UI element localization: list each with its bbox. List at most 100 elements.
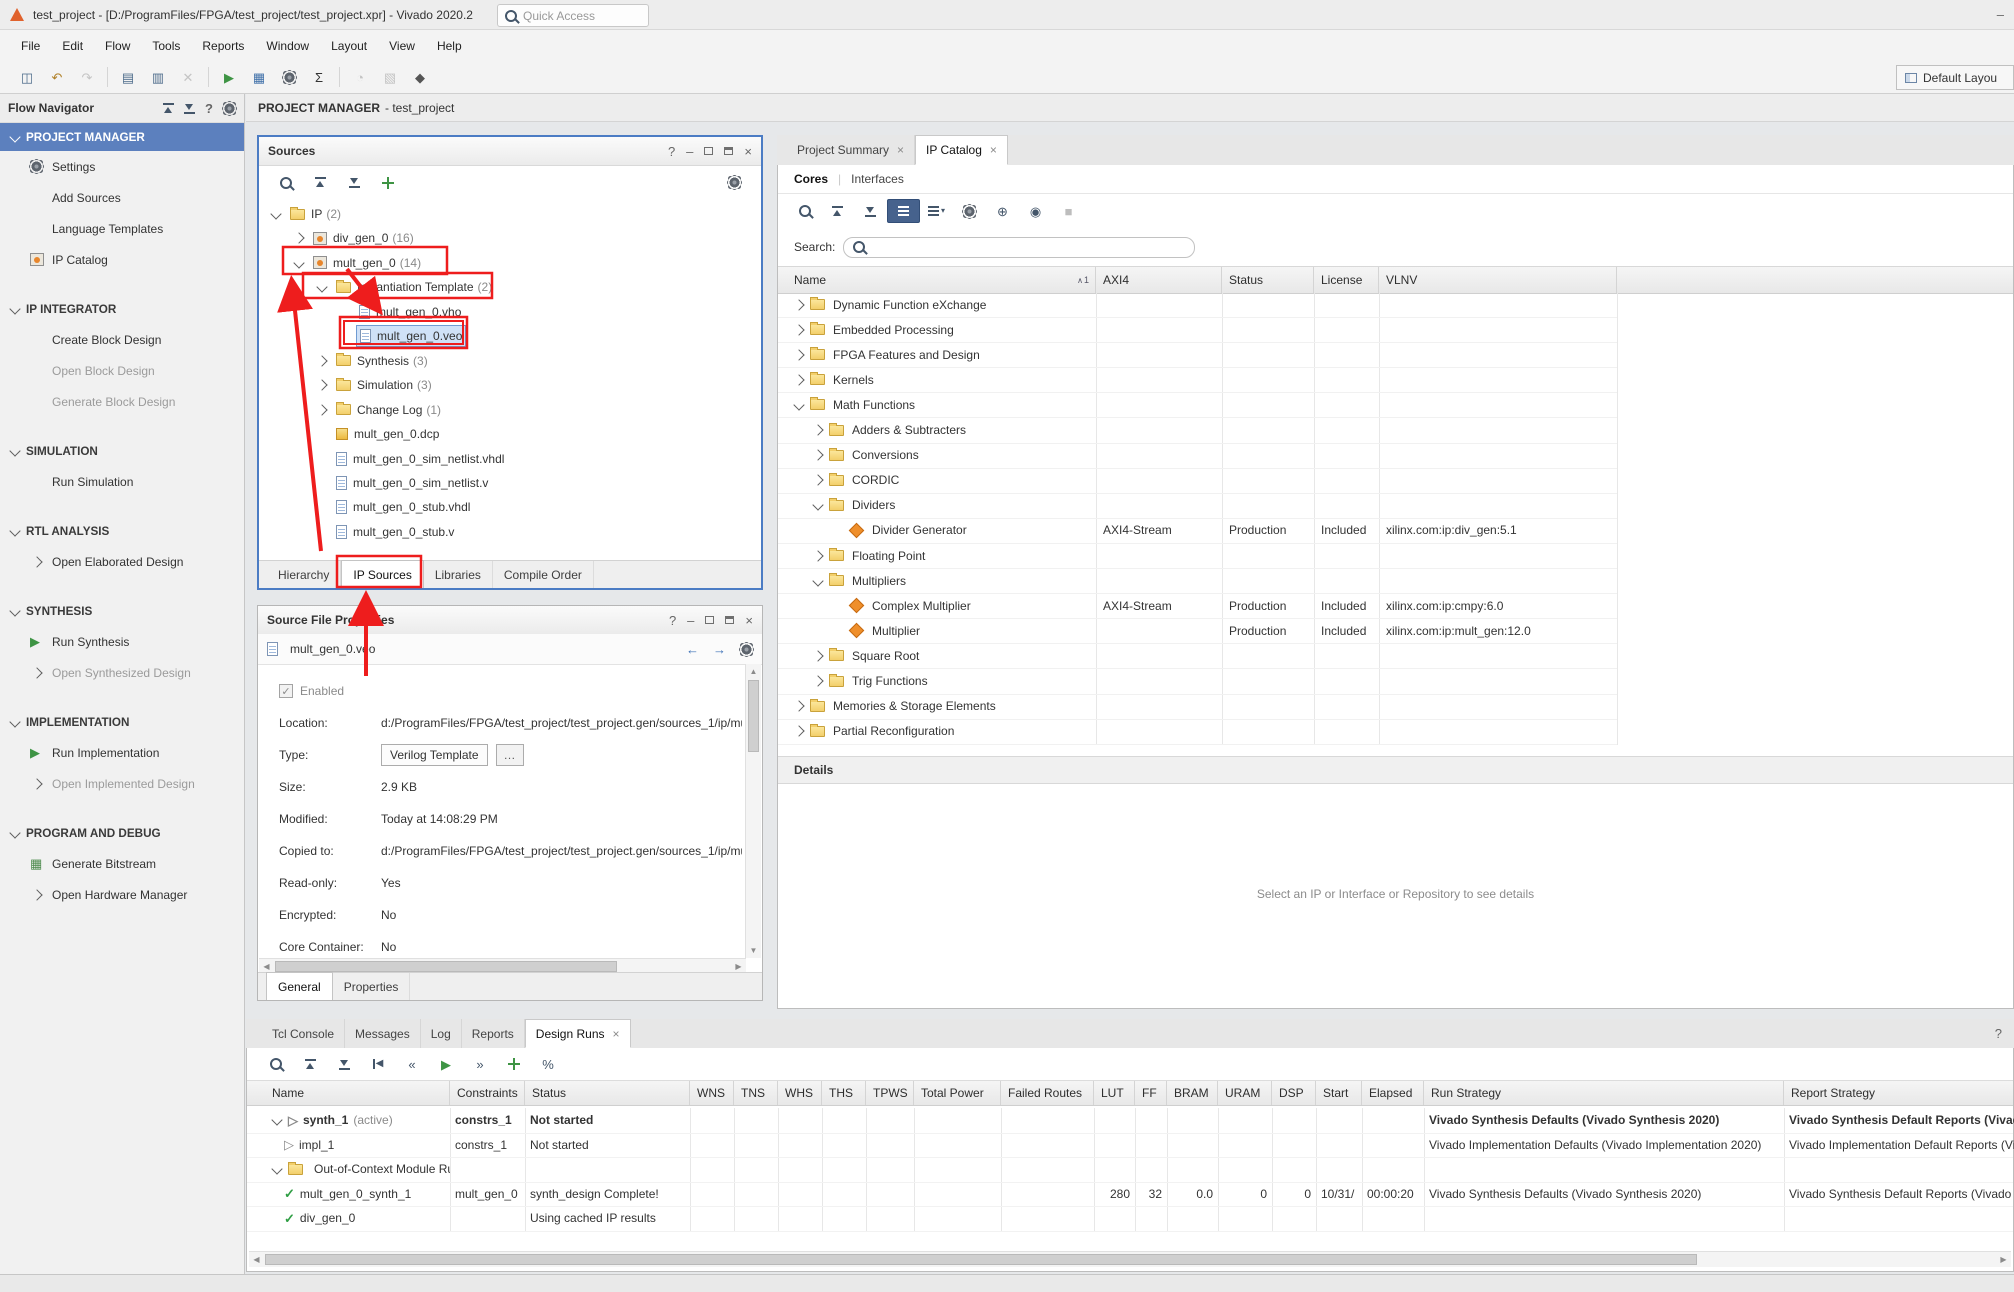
- back-icon[interactable]: ←: [686, 643, 699, 656]
- chevron-down-icon[interactable]: [271, 1115, 282, 1126]
- tree-item-content[interactable]: mult_gen_0_sim_netlist.vhdl: [333, 449, 507, 469]
- delete-button[interactable]: ✕: [173, 64, 203, 90]
- collapse-all-button[interactable]: [293, 1051, 327, 1077]
- doc-tab-project-summary[interactable]: Project Summary×: [787, 135, 915, 165]
- column-header-vlnv[interactable]: VLNV: [1379, 267, 1617, 293]
- tree-item-content[interactable]: mult_gen_0.vho: [356, 302, 464, 322]
- chevron-down-icon[interactable]: [812, 500, 823, 511]
- tree-item-mult-gen-0-veo[interactable]: mult_gen_0.veo: [259, 324, 761, 348]
- column-header-license[interactable]: License: [1314, 267, 1379, 293]
- chevron-right-icon[interactable]: [293, 233, 304, 244]
- settings-button[interactable]: [717, 170, 751, 196]
- close-icon[interactable]: ×: [613, 1027, 620, 1041]
- catalog-row-divider-generator[interactable]: Divider GeneratorAXI4-StreamProductionIn…: [778, 518, 1617, 544]
- tree-item-mult-gen-0-vho[interactable]: mult_gen_0.vho: [259, 300, 761, 324]
- column-header-name[interactable]: Name∧1: [787, 267, 1096, 293]
- column-header-whs[interactable]: WHS: [778, 1081, 822, 1105]
- run-row-synth-1[interactable]: ▷synth_1(active)constrs_1Not startedViva…: [247, 1108, 2013, 1134]
- expand-all-button[interactable]: [327, 1051, 361, 1077]
- tree-item-content[interactable]: mult_gen_0_stub.vhdl: [333, 497, 473, 517]
- tab-tcl-console[interactable]: Tcl Console: [262, 1019, 345, 1048]
- catalog-row-multiplier[interactable]: MultiplierProductionIncludedxilinx.com:i…: [778, 618, 1617, 644]
- scrollbar-thumb[interactable]: [748, 680, 759, 752]
- copy-button[interactable]: ▥: [143, 64, 173, 90]
- minimize-icon[interactable]: –: [686, 145, 693, 158]
- nav-item-run-synthesis[interactable]: ▶Run Synthesis: [0, 626, 244, 657]
- chevron-right-icon[interactable]: [316, 379, 327, 390]
- add-button[interactable]: [371, 170, 405, 196]
- nav-item-create-block-design[interactable]: Create Block Design: [0, 324, 244, 355]
- expand-all-button[interactable]: [854, 199, 887, 223]
- chevron-down-icon[interactable]: [270, 208, 281, 219]
- add-repository-button[interactable]: ⊕: [986, 199, 1019, 223]
- catalog-row-partial-reconfiguration[interactable]: Partial Reconfiguration: [778, 719, 1617, 745]
- tab-ip-sources[interactable]: IP Sources: [341, 560, 423, 588]
- column-header-ff[interactable]: FF: [1135, 1081, 1167, 1105]
- tab-compile-order[interactable]: Compile Order: [493, 561, 594, 588]
- menu-help[interactable]: Help: [426, 30, 473, 61]
- maximize-icon[interactable]: [725, 616, 734, 624]
- tree-item-mult-gen-0-dcp[interactable]: mult_gen_0.dcp: [259, 422, 761, 446]
- float-icon[interactable]: [704, 147, 713, 155]
- help-icon[interactable]: ?: [669, 614, 676, 627]
- nav-item-add-sources[interactable]: Add Sources: [0, 182, 244, 213]
- chevron-right-icon[interactable]: [793, 349, 804, 360]
- chevron-right-icon[interactable]: [31, 778, 42, 789]
- column-header-elapsed[interactable]: Elapsed: [1362, 1081, 1424, 1105]
- type-combo[interactable]: Verilog Template: [381, 744, 488, 766]
- help-icon[interactable]: ?: [1995, 1027, 2002, 1040]
- column-header-dsp[interactable]: DSP: [1272, 1081, 1316, 1105]
- run-row-out-of-context-module-runs[interactable]: Out-of-Context Module Runs: [247, 1157, 2013, 1183]
- column-header-name[interactable]: Name: [265, 1081, 450, 1105]
- maximize-icon[interactable]: [724, 147, 733, 155]
- run-button[interactable]: ▶: [214, 64, 244, 90]
- save-button[interactable]: ◫: [12, 64, 42, 90]
- chevron-right-icon[interactable]: [31, 556, 42, 567]
- tree-item-content[interactable]: mult_gen_0_stub.v: [333, 522, 457, 542]
- settings-icon[interactable]: [740, 643, 753, 656]
- tree-item-mult-gen-0-stub-v[interactable]: mult_gen_0_stub.v: [259, 520, 761, 544]
- nav-item-generate-block-design[interactable]: Generate Block Design: [0, 386, 244, 417]
- column-header-total-power[interactable]: Total Power: [914, 1081, 1001, 1105]
- chevron-down-icon[interactable]: [271, 1164, 282, 1175]
- tree-item-content[interactable]: mult_gen_0_sim_netlist.v: [333, 473, 491, 493]
- redo-button[interactable]: ↷: [72, 64, 102, 90]
- catalog-row-kernels[interactable]: Kernels: [778, 367, 1617, 393]
- nav-item-open-synthesized-design[interactable]: Open Synthesized Design: [0, 657, 244, 688]
- chevron-right-icon[interactable]: [793, 299, 804, 310]
- tab-reports[interactable]: Reports: [462, 1019, 525, 1048]
- enabled-checkbox[interactable]: ✓: [279, 684, 293, 698]
- column-header-tpws[interactable]: TPWS: [866, 1081, 914, 1105]
- tab-properties[interactable]: Properties: [333, 973, 411, 1000]
- chevron-down-icon[interactable]: [793, 399, 804, 410]
- chevron-down-icon[interactable]: [316, 282, 327, 293]
- collapse-all-button[interactable]: [821, 199, 854, 223]
- menu-edit[interactable]: Edit: [51, 30, 94, 61]
- column-header-wns[interactable]: WNS: [690, 1081, 734, 1105]
- chevron-right-icon[interactable]: [812, 424, 823, 435]
- minimize-icon[interactable]: –: [1997, 8, 2004, 21]
- help-icon[interactable]: ?: [205, 102, 213, 115]
- menu-window[interactable]: Window: [255, 30, 320, 61]
- search-button[interactable]: [788, 199, 821, 223]
- close-icon[interactable]: ×: [990, 143, 997, 157]
- chevron-down-icon[interactable]: [293, 257, 304, 268]
- tree-item-instantiation-template[interactable]: Instantiation Template(2): [259, 275, 761, 299]
- menu-flow[interactable]: Flow: [94, 30, 141, 61]
- run-row-div-gen-0[interactable]: ✓div_gen_0Using cached IP results: [247, 1206, 2013, 1232]
- tab-messages[interactable]: Messages: [345, 1019, 421, 1048]
- scroll-down-icon[interactable]: ▼: [746, 943, 761, 958]
- collapse-all-button[interactable]: [303, 170, 337, 196]
- chevron-right-icon[interactable]: [812, 650, 823, 661]
- run-row-mult-gen-0-synth-1[interactable]: ✓mult_gen_0_synth_1mult_gen_0synth_desig…: [247, 1182, 2013, 1208]
- nav-item-open-elaborated-design[interactable]: Open Elaborated Design: [0, 546, 244, 577]
- view-options-button[interactable]: ▾: [920, 199, 953, 223]
- column-header-constraints[interactable]: Constraints: [450, 1081, 525, 1105]
- default-layout-button[interactable]: Default Layou: [1896, 65, 2014, 90]
- scroll-left-icon[interactable]: ◀: [249, 1252, 264, 1267]
- catalog-row-dynamic-function-exchange[interactable]: Dynamic Function eXchange: [778, 292, 1617, 318]
- catalog-row-conversions[interactable]: Conversions: [778, 443, 1617, 469]
- scrollbar-thumb[interactable]: [275, 961, 617, 972]
- catalog-row-dividers[interactable]: Dividers: [778, 493, 1617, 519]
- catalog-row-memories-storage-elements[interactable]: Memories & Storage Elements: [778, 694, 1617, 720]
